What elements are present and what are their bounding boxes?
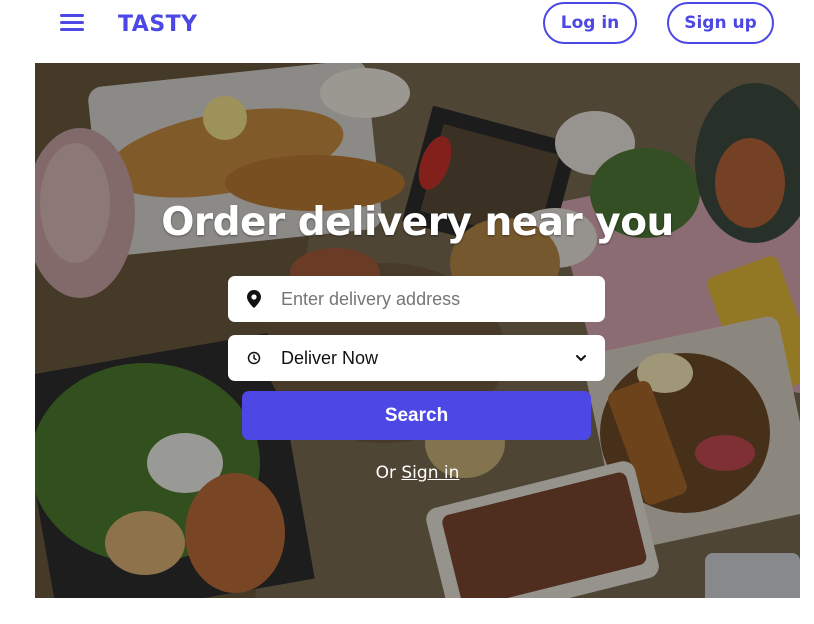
chevron-down-icon bbox=[576, 355, 586, 361]
hero-dark-overlay bbox=[35, 63, 800, 598]
clock-icon bbox=[247, 351, 261, 365]
signin-link[interactable]: Sign in bbox=[401, 463, 459, 483]
login-button[interactable]: Log in bbox=[543, 2, 637, 44]
or-text: Or bbox=[375, 463, 396, 483]
map-pin-icon bbox=[247, 290, 261, 308]
brand-logo[interactable]: TASTY bbox=[118, 12, 198, 37]
address-field[interactable] bbox=[228, 276, 605, 322]
search-button[interactable]: Search bbox=[242, 391, 591, 440]
top-nav: TASTY Log in Sign up bbox=[0, 0, 814, 52]
signup-button[interactable]: Sign up bbox=[667, 2, 774, 44]
address-input[interactable] bbox=[279, 287, 573, 311]
hamburger-menu-icon[interactable] bbox=[60, 12, 86, 38]
delivery-time-value: Deliver Now bbox=[281, 347, 379, 368]
hero-banner: Order delivery near you Deliver Now Sear… bbox=[35, 63, 800, 598]
hero-title: Order delivery near you bbox=[161, 200, 674, 245]
alt-signin-text: Or Sign in bbox=[35, 463, 800, 483]
delivery-time-select[interactable]: Deliver Now bbox=[228, 335, 605, 381]
